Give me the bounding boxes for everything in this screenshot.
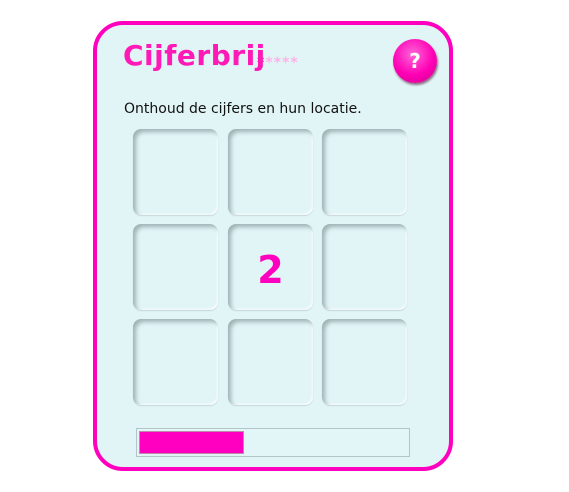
game-card: Cijferbrij ***** ? Onthoud de cijfers en… [93, 21, 453, 471]
grid-cell[interactable] [322, 224, 407, 310]
grid-cell[interactable] [228, 319, 313, 405]
grid-cell[interactable] [228, 129, 313, 215]
help-button[interactable]: ? [393, 39, 437, 83]
progress-fill [139, 431, 244, 454]
difficulty-stars: ***** [257, 55, 299, 71]
grid-cell[interactable] [133, 224, 218, 310]
star-icon: * [273, 55, 282, 71]
grid-cell[interactable] [133, 129, 218, 215]
grid-cell[interactable] [322, 319, 407, 405]
grid-cell[interactable] [322, 129, 407, 215]
star-icon: * [290, 55, 299, 71]
grid-cell[interactable]: 2 [228, 224, 313, 310]
timer-progress-bar [136, 428, 410, 457]
game-title: Cijferbrij [123, 39, 266, 72]
grid-cell[interactable] [133, 319, 218, 405]
instruction-text: Onthoud de cijfers en hun locatie. [124, 101, 362, 117]
star-icon: * [265, 55, 274, 71]
